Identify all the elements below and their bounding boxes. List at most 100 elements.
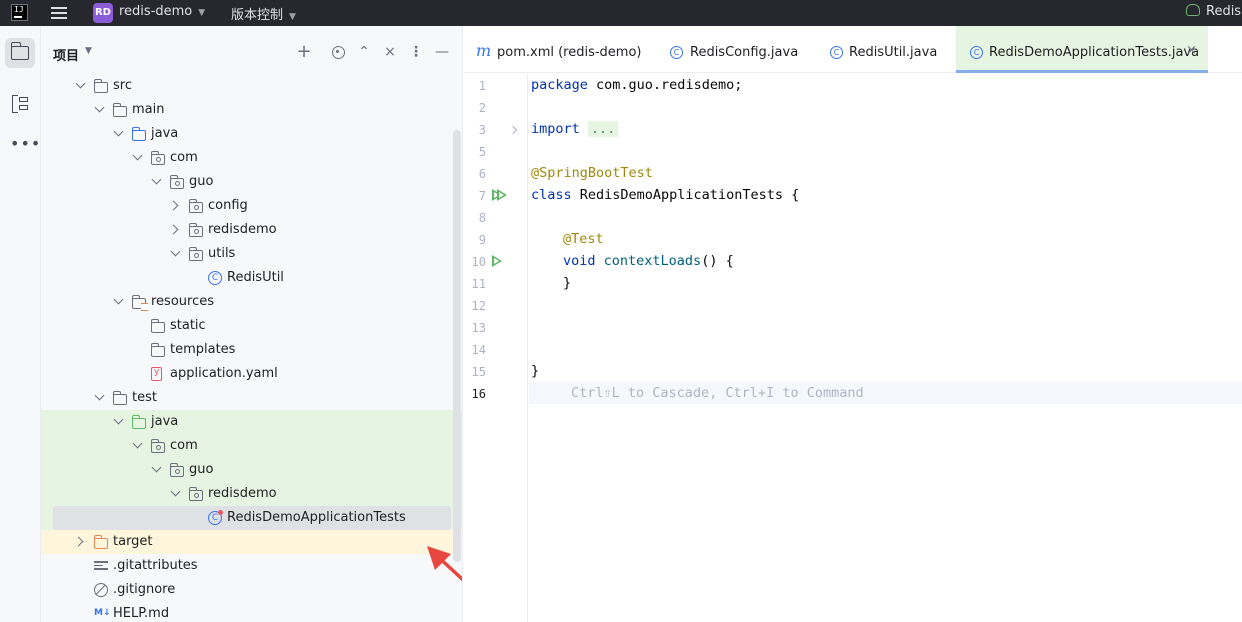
test-class-icon: C [970, 46, 983, 59]
chevron-down-icon[interactable] [75, 79, 87, 91]
close-icon[interactable]: × [1186, 43, 1197, 58]
new-file-icon[interactable]: + [295, 43, 313, 61]
options-vertical-icon[interactable]: ⋮ [407, 43, 425, 61]
tree-item[interactable]: src [41, 74, 462, 98]
select-opened-file-icon[interactable] [329, 43, 347, 61]
chevron-down-icon[interactable] [113, 127, 125, 139]
chevron-down-icon[interactable] [94, 103, 106, 115]
test-folder-icon [131, 415, 146, 429]
tree-item[interactable]: .gitattributes [41, 554, 462, 578]
collapse-all-icon[interactable]: × [381, 43, 399, 61]
logo-text: IJ [14, 5, 24, 14]
project-badge[interactable]: RD [93, 3, 113, 23]
run-test-icon[interactable] [492, 255, 504, 267]
chevron-down-icon: ▼ [198, 8, 206, 18]
folder-icon [112, 391, 127, 405]
project-name: redis-demo [119, 4, 193, 19]
tree-item[interactable]: config [41, 194, 462, 218]
chevron-right-icon[interactable] [75, 535, 87, 547]
tree-item[interactable]: utils [41, 242, 462, 266]
hide-panel-icon[interactable]: — [433, 43, 451, 61]
code-line: } [563, 275, 572, 291]
tree-item[interactable]: .gitignore [41, 578, 462, 602]
keyword: import [531, 121, 580, 137]
tree-item-label: .gitignore [113, 582, 176, 597]
tree-item[interactable]: static [41, 314, 462, 338]
tree-item[interactable]: C RedisUtil [41, 266, 462, 290]
tab-redisutil[interactable]: C RedisUtil.java [814, 26, 944, 73]
code-line: void contextLoads() { [563, 253, 734, 269]
class-icon: C [208, 271, 222, 285]
tree-item-label: RedisDemoApplicationTests [227, 510, 406, 525]
tab-redisdemoapplicationtests[interactable]: C RedisDemoApplicationTests.java × [956, 26, 1208, 73]
tab-label: pom.xml (redis-demo) [497, 45, 642, 60]
tree-item[interactable]: test [41, 386, 462, 410]
line-number: 2 [478, 101, 486, 115]
code-text: com.guo.redisdemo; [587, 77, 743, 93]
tree-item[interactable]: com [41, 146, 462, 170]
line-number: 3 [478, 123, 486, 137]
run-config-selector[interactable]: Redis [1186, 4, 1241, 19]
line-number: 13 [471, 321, 486, 335]
tree-item[interactable]: guo [41, 170, 462, 194]
vcs-menu[interactable]: 版本控制 ▼ [231, 4, 296, 23]
line-number: 8 [478, 211, 486, 225]
fold-chevron-icon[interactable] [510, 126, 518, 134]
tree-item[interactable]: redisdemo [41, 218, 462, 242]
chevron-down-icon[interactable] [170, 487, 182, 499]
tree-item[interactable]: guo [41, 458, 462, 482]
run-all-tests-icon[interactable] [492, 189, 507, 201]
editor-tabs: m pom.xml (redis-demo) C RedisConfig.jav… [464, 26, 1242, 73]
folded-imports[interactable]: ... [587, 121, 619, 137]
tree-item[interactable]: C RedisDemoApplicationTests [41, 506, 462, 530]
tree-item-label: HELP.md [113, 606, 170, 621]
package-icon [169, 175, 184, 189]
tree-item[interactable]: M↓ HELP.md [41, 602, 462, 622]
ignore-file-icon [94, 583, 108, 597]
chevron-down-icon[interactable]: ▼ [85, 46, 92, 56]
keyword: package [531, 77, 588, 93]
expand-all-icon[interactable]: ⌃ [355, 43, 373, 61]
tree-item[interactable]: target [41, 530, 462, 554]
package-icon [188, 247, 203, 261]
tab-redisconfig[interactable]: C RedisConfig.java [654, 26, 802, 73]
tree-item[interactable]: java [41, 410, 462, 434]
chevron-down-icon[interactable] [132, 439, 144, 451]
tree-item-label: static [170, 318, 206, 333]
line-number: 7 [478, 189, 486, 203]
code-line: class RedisDemoApplicationTests { [531, 187, 799, 203]
more-tools-button[interactable]: ••• [5, 129, 40, 159]
current-line-number: 16 [471, 387, 486, 401]
text-file-icon [94, 559, 108, 573]
tree-item[interactable]: application.yaml [41, 362, 462, 386]
chevron-down-icon: ▼ [289, 12, 296, 22]
project-panel-title[interactable]: 项目 [53, 45, 79, 64]
tree-item[interactable]: java [41, 122, 462, 146]
project-tool-button[interactable] [5, 38, 35, 68]
chevron-down-icon[interactable] [94, 391, 106, 403]
structure-tool-button[interactable] [5, 89, 35, 119]
intellij-logo-icon[interactable]: IJ [11, 4, 28, 21]
tree-item-label: target [113, 534, 153, 549]
main-menu-icon[interactable] [50, 5, 68, 21]
project-switcher[interactable]: redis-demo ▼ [119, 4, 205, 19]
keyword: void [563, 253, 596, 269]
chevron-right-icon[interactable] [170, 223, 182, 235]
tree-item[interactable]: com [41, 434, 462, 458]
chevron-down-icon[interactable] [170, 247, 182, 259]
tab-pom-xml[interactable]: m pom.xml (redis-demo) [464, 26, 642, 73]
tree-item-label: RedisUtil [227, 270, 284, 285]
code-editor[interactable]: package com.guo.redisdemo; import ... @S… [529, 74, 1242, 622]
chevron-down-icon[interactable] [151, 463, 163, 475]
chevron-down-icon[interactable] [113, 415, 125, 427]
tree-scrollbar[interactable] [453, 130, 461, 562]
tree-item[interactable]: main [41, 98, 462, 122]
tree-item[interactable]: resources [41, 290, 462, 314]
tree-item-label: java [151, 126, 179, 141]
chevron-down-icon[interactable] [113, 295, 125, 307]
tree-item[interactable]: templates [41, 338, 462, 362]
chevron-down-icon[interactable] [132, 151, 144, 163]
chevron-right-icon[interactable] [170, 199, 182, 211]
chevron-down-icon[interactable] [151, 175, 163, 187]
tree-item[interactable]: redisdemo [41, 482, 462, 506]
